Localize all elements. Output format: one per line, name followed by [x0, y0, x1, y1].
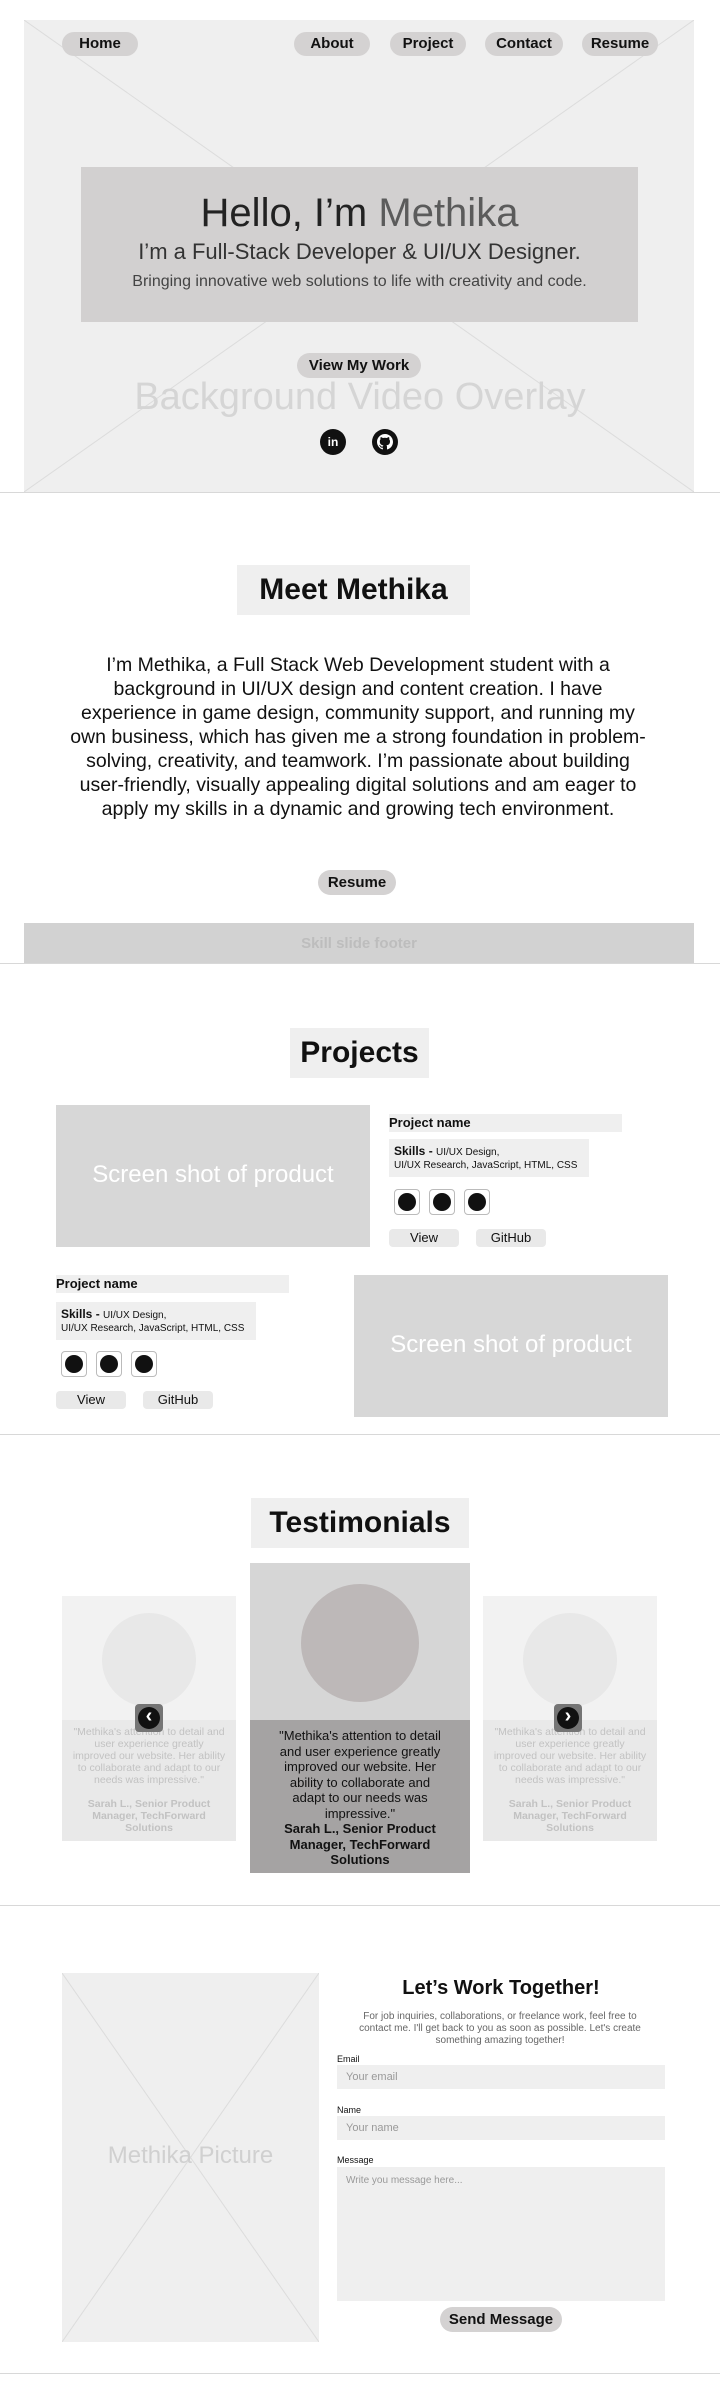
testimonial-avatar [102, 1613, 196, 1707]
skills-line1: UI/UX Design, [436, 1147, 500, 1158]
project-view-button[interactable]: View [56, 1391, 126, 1409]
email-label: Email [337, 2054, 360, 2064]
project-screenshot-label: Screen shot of product [92, 1161, 334, 1188]
email-field[interactable]: Your email [337, 2065, 665, 2089]
skill-slide-footer: Skill slide footer [24, 923, 694, 963]
github-icon[interactable] [131, 1351, 157, 1377]
about-resume-button[interactable]: Resume [318, 870, 396, 895]
nav-about-button[interactable]: About [294, 32, 370, 56]
github-icon[interactable] [464, 1189, 490, 1215]
hero-name: Methika [378, 191, 519, 235]
section-divider [0, 2373, 720, 2374]
testimonial-lower: "Methika's attention to detail and user … [483, 1720, 657, 1841]
github-icon[interactable] [61, 1351, 87, 1377]
hero-tagline: Bringing innovative web solutions to lif… [132, 273, 587, 290]
testimonial-author: Sarah L., Senior Product Manager, TechFo… [508, 1798, 632, 1834]
linkedin-icon[interactable]: in [320, 429, 346, 455]
projects-title-box: Projects [290, 1028, 429, 1078]
project-view-button[interactable]: View [389, 1229, 459, 1247]
project-github-button[interactable]: GitHub [476, 1229, 546, 1247]
testimonial-quote: "Methika's attention to detail and user … [279, 1728, 441, 1821]
nav-home-button[interactable]: Home [62, 32, 138, 56]
about-title: Meet Methika [259, 573, 448, 606]
testimonial-author: Sarah L., Senior Product Manager, TechFo… [284, 1821, 436, 1867]
github-icon[interactable] [394, 1189, 420, 1215]
chevron-left-icon: ‹ [138, 1706, 160, 1729]
skill-slide-footer-text: Skill slide footer [301, 935, 417, 952]
hero-overlay-text: Background Video Overlay [134, 376, 586, 418]
testimonial-quote: "Methika's attention to detail and user … [72, 1726, 226, 1786]
testimonial-avatar [523, 1613, 617, 1707]
nav-resume-button[interactable]: Resume [582, 32, 658, 56]
carousel-next-button[interactable]: › [554, 1704, 582, 1732]
nav-project-button[interactable]: Project [390, 32, 466, 56]
message-label: Message [337, 2155, 374, 2165]
hero-section: Home About Project Contact Resume Hello,… [0, 0, 720, 492]
project-screenshot[interactable]: Screen shot of product [56, 1105, 370, 1247]
projects-section: Projects Screen shot of product Project … [0, 964, 720, 1434]
testimonials-title: Testimonials [269, 1506, 451, 1539]
project-skills: Skills - UI/UX Design, UI/UX Research, J… [56, 1302, 256, 1340]
testimonial-author: Sarah L., Senior Product Manager, TechFo… [87, 1798, 211, 1834]
chevron-right-icon: › [557, 1706, 579, 1729]
testimonial-avatar [301, 1584, 419, 1702]
testimonial-lower: "Methika's attention to detail and user … [62, 1720, 236, 1841]
send-message-button[interactable]: Send Message [440, 2307, 562, 2332]
carousel-prev-button[interactable]: ‹ [135, 1704, 163, 1732]
name-label: Name [337, 2105, 362, 2115]
contact-intro: For job inquiries, collaborations, or fr… [359, 2011, 641, 2046]
contact-picture-placeholder: Methika Picture [62, 1973, 319, 2342]
project-name: Project name [389, 1114, 622, 1132]
contact-picture-label: Methika Picture [107, 2142, 274, 2169]
github-icon[interactable] [372, 429, 398, 455]
skills-label: Skills - [394, 1144, 437, 1158]
project-screenshot[interactable]: Screen shot of product [354, 1275, 668, 1417]
testimonials-section: Testimonials "Methika's attention to det… [0, 1435, 720, 1905]
skills-line1: UI/UX Design, [103, 1310, 167, 1321]
skills-line2: UI/UX Research, JavaScript, HTML, CSS [394, 1160, 578, 1171]
project-name: Project name [56, 1275, 289, 1293]
testimonials-title-box: Testimonials [251, 1498, 469, 1548]
hero-card: Hello, I’m Methika I’m a Full-Stack Deve… [81, 167, 638, 322]
about-section: Meet Methika I’m Methika, a Full Stack W… [0, 493, 720, 963]
contact-section: Methika Picture Let’s Work Together! For… [0, 1906, 720, 2395]
project-skills: Skills - UI/UX Design, UI/UX Research, J… [389, 1139, 589, 1177]
testimonial-quote: "Methika's attention to detail and user … [493, 1726, 647, 1786]
about-title-box: Meet Methika [237, 565, 470, 615]
message-field[interactable]: Write you message here... [337, 2167, 665, 2301]
github-icon[interactable] [429, 1189, 455, 1215]
hero-heading: Hello, I’m Methika [81, 191, 638, 235]
github-icon[interactable] [96, 1351, 122, 1377]
skills-line2: UI/UX Research, JavaScript, HTML, CSS [61, 1323, 245, 1334]
hero-greeting: Hello, I’m [200, 191, 368, 235]
skills-label: Skills - [61, 1307, 104, 1321]
nav-contact-button[interactable]: Contact [485, 32, 563, 56]
testimonial-card-center: "Methika's attention to detail and user … [250, 1563, 470, 1873]
project-screenshot-label: Screen shot of product [390, 1331, 632, 1358]
view-my-work-button[interactable]: View My Work [297, 353, 421, 378]
projects-title: Projects [300, 1036, 419, 1069]
hero-subtitle: I’m a Full-Stack Developer & UI/UX Desig… [138, 239, 581, 264]
name-field[interactable]: Your name [337, 2116, 665, 2140]
about-body: I’m Methika, a Full Stack Web Developmen… [70, 654, 646, 820]
testimonial-lower: "Methika's attention to detail and user … [250, 1720, 470, 1873]
project-github-button[interactable]: GitHub [143, 1391, 213, 1409]
contact-title: Let’s Work Together! [402, 1977, 600, 1999]
